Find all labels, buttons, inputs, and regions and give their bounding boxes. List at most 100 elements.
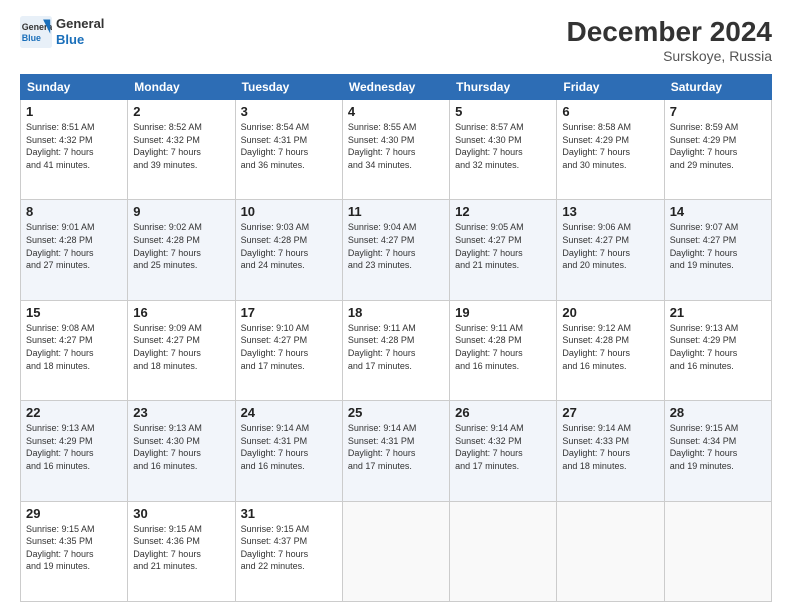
cell-details: Sunrise: 9:12 AMSunset: 4:28 PMDaylight:… (562, 322, 658, 372)
cell-details: Sunrise: 9:13 AMSunset: 4:29 PMDaylight:… (670, 322, 766, 372)
day-number: 6 (562, 104, 658, 119)
cell-details: Sunrise: 9:04 AMSunset: 4:27 PMDaylight:… (348, 221, 444, 271)
calendar-cell (342, 501, 449, 601)
day-header-sunday: Sunday (21, 75, 128, 100)
day-header-wednesday: Wednesday (342, 75, 449, 100)
day-number: 3 (241, 104, 337, 119)
calendar-cell: 21 Sunrise: 9:13 AMSunset: 4:29 PMDayligh… (664, 300, 771, 400)
cell-details: Sunrise: 9:03 AMSunset: 4:28 PMDaylight:… (241, 221, 337, 271)
calendar-cell: 11Sunrise: 9:04 AMSunset: 4:27 PMDayligh… (342, 200, 449, 300)
title-block: December 2024 Surskoye, Russia (567, 16, 772, 64)
location: Surskoye, Russia (567, 48, 772, 64)
cell-details: Sunrise: 9:14 AMSunset: 4:31 PMDaylight:… (348, 422, 444, 472)
calendar-week-row: 8 Sunrise: 9:01 AMSunset: 4:28 PMDaylight… (21, 200, 772, 300)
day-number: 21 (670, 305, 766, 320)
calendar-cell: 22 Sunrise: 9:13 AMSunset: 4:29 PMDayligh… (21, 401, 128, 501)
cell-details: Sunrise: 9:11 AMSunset: 4:28 PMDaylight:… (455, 322, 551, 372)
calendar-header-row: SundayMondayTuesdayWednesdayThursdayFrid… (21, 75, 772, 100)
day-number: 4 (348, 104, 444, 119)
cell-details: Sunrise: 8:54 AMSunset: 4:31 PMDaylight:… (241, 121, 337, 171)
calendar-page: General Blue General Blue December 2024 … (0, 0, 792, 612)
day-number: 5 (455, 104, 551, 119)
cell-details: Sunrise: 9:10 AMSunset: 4:27 PMDaylight:… (241, 322, 337, 372)
cell-details: Sunrise: 9:06 AMSunset: 4:27 PMDaylight:… (562, 221, 658, 271)
cell-details: Sunrise: 9:15 AMSunset: 4:34 PMDaylight:… (670, 422, 766, 472)
calendar-cell: 17 Sunrise: 9:10 AMSunset: 4:27 PMDayligh… (235, 300, 342, 400)
calendar-cell: 6 Sunrise: 8:58 AMSunset: 4:29 PMDaylight… (557, 100, 664, 200)
cell-details: Sunrise: 9:01 AMSunset: 4:28 PMDaylight:… (26, 221, 122, 271)
day-header-thursday: Thursday (450, 75, 557, 100)
logo-line1: General (56, 16, 104, 32)
cell-details: Sunrise: 9:09 AMSunset: 4:27 PMDaylight:… (133, 322, 229, 372)
day-number: 13 (562, 204, 658, 219)
cell-details: Sunrise: 9:14 AMSunset: 4:33 PMDaylight:… (562, 422, 658, 472)
calendar-cell (664, 501, 771, 601)
cell-details: Sunrise: 9:15 AMSunset: 4:35 PMDaylight:… (26, 523, 122, 573)
day-number: 8 (26, 204, 122, 219)
cell-details: Sunrise: 8:52 AMSunset: 4:32 PMDaylight:… (133, 121, 229, 171)
calendar-week-row: 29 Sunrise: 9:15 AMSunset: 4:35 PMDayligh… (21, 501, 772, 601)
day-number: 14 (670, 204, 766, 219)
calendar-cell (557, 501, 664, 601)
cell-details: Sunrise: 9:05 AMSunset: 4:27 PMDaylight:… (455, 221, 551, 271)
day-number: 1 (26, 104, 122, 119)
calendar-cell: 25 Sunrise: 9:14 AMSunset: 4:31 PMDayligh… (342, 401, 449, 501)
day-number: 2 (133, 104, 229, 119)
calendar-cell: 31 Sunrise: 9:15 AMSunset: 4:37 PMDayligh… (235, 501, 342, 601)
day-number: 12 (455, 204, 551, 219)
calendar-cell: 1Sunrise: 8:51 AMSunset: 4:32 PMDaylight… (21, 100, 128, 200)
calendar-cell: 12 Sunrise: 9:05 AMSunset: 4:27 PMDayligh… (450, 200, 557, 300)
cell-details: Sunrise: 9:11 AMSunset: 4:28 PMDaylight:… (348, 322, 444, 372)
calendar-cell: 23 Sunrise: 9:13 AMSunset: 4:30 PMDayligh… (128, 401, 235, 501)
cell-details: Sunrise: 9:13 AMSunset: 4:30 PMDaylight:… (133, 422, 229, 472)
day-number: 29 (26, 506, 122, 521)
calendar-cell: 13 Sunrise: 9:06 AMSunset: 4:27 PMDayligh… (557, 200, 664, 300)
calendar-cell: 8 Sunrise: 9:01 AMSunset: 4:28 PMDaylight… (21, 200, 128, 300)
cell-details: Sunrise: 9:14 AMSunset: 4:32 PMDaylight:… (455, 422, 551, 472)
logo-icon: General Blue (20, 16, 52, 48)
day-header-monday: Monday (128, 75, 235, 100)
day-number: 9 (133, 204, 229, 219)
day-number: 10 (241, 204, 337, 219)
month-year: December 2024 (567, 16, 772, 48)
calendar-cell: 10 Sunrise: 9:03 AMSunset: 4:28 PMDayligh… (235, 200, 342, 300)
logo-text-block: General Blue (56, 16, 104, 47)
calendar-cell: 2 Sunrise: 8:52 AMSunset: 4:32 PMDaylight… (128, 100, 235, 200)
day-number: 30 (133, 506, 229, 521)
cell-details: Sunrise: 9:15 AMSunset: 4:36 PMDaylight:… (133, 523, 229, 573)
cell-details: Sunrise: 8:59 AMSunset: 4:29 PMDaylight:… (670, 121, 766, 171)
calendar-cell: 7Sunrise: 8:59 AMSunset: 4:29 PMDaylight… (664, 100, 771, 200)
calendar-cell (450, 501, 557, 601)
day-number: 24 (241, 405, 337, 420)
calendar-cell: 30 Sunrise: 9:15 AMSunset: 4:36 PMDayligh… (128, 501, 235, 601)
calendar-cell: 24 Sunrise: 9:14 AMSunset: 4:31 PMDayligh… (235, 401, 342, 501)
calendar-cell: 5 Sunrise: 8:57 AMSunset: 4:30 PMDaylight… (450, 100, 557, 200)
day-number: 19 (455, 305, 551, 320)
calendar-week-row: 22 Sunrise: 9:13 AMSunset: 4:29 PMDayligh… (21, 401, 772, 501)
cell-details: Sunrise: 9:08 AMSunset: 4:27 PMDaylight:… (26, 322, 122, 372)
calendar-cell: 29 Sunrise: 9:15 AMSunset: 4:35 PMDayligh… (21, 501, 128, 601)
logo: General Blue General Blue (20, 16, 104, 48)
calendar-cell: 18 Sunrise: 9:11 AMSunset: 4:28 PMDayligh… (342, 300, 449, 400)
day-number: 16 (133, 305, 229, 320)
cell-details: Sunrise: 8:58 AMSunset: 4:29 PMDaylight:… (562, 121, 658, 171)
day-number: 18 (348, 305, 444, 320)
day-number: 23 (133, 405, 229, 420)
cell-details: Sunrise: 8:55 AMSunset: 4:30 PMDaylight:… (348, 121, 444, 171)
calendar-week-row: 1Sunrise: 8:51 AMSunset: 4:32 PMDaylight… (21, 100, 772, 200)
cell-details: Sunrise: 9:15 AMSunset: 4:37 PMDaylight:… (241, 523, 337, 573)
calendar-table: SundayMondayTuesdayWednesdayThursdayFrid… (20, 74, 772, 602)
calendar-cell: 20Sunrise: 9:12 AMSunset: 4:28 PMDayligh… (557, 300, 664, 400)
day-header-tuesday: Tuesday (235, 75, 342, 100)
day-number: 31 (241, 506, 337, 521)
logo-line2: Blue (56, 32, 104, 48)
cell-details: Sunrise: 8:57 AMSunset: 4:30 PMDaylight:… (455, 121, 551, 171)
cell-details: Sunrise: 9:13 AMSunset: 4:29 PMDaylight:… (26, 422, 122, 472)
day-number: 22 (26, 405, 122, 420)
day-number: 25 (348, 405, 444, 420)
day-number: 27 (562, 405, 658, 420)
cell-details: Sunrise: 9:14 AMSunset: 4:31 PMDaylight:… (241, 422, 337, 472)
header: General Blue General Blue December 2024 … (20, 16, 772, 64)
day-number: 17 (241, 305, 337, 320)
calendar-cell: 28Sunrise: 9:15 AMSunset: 4:34 PMDayligh… (664, 401, 771, 501)
